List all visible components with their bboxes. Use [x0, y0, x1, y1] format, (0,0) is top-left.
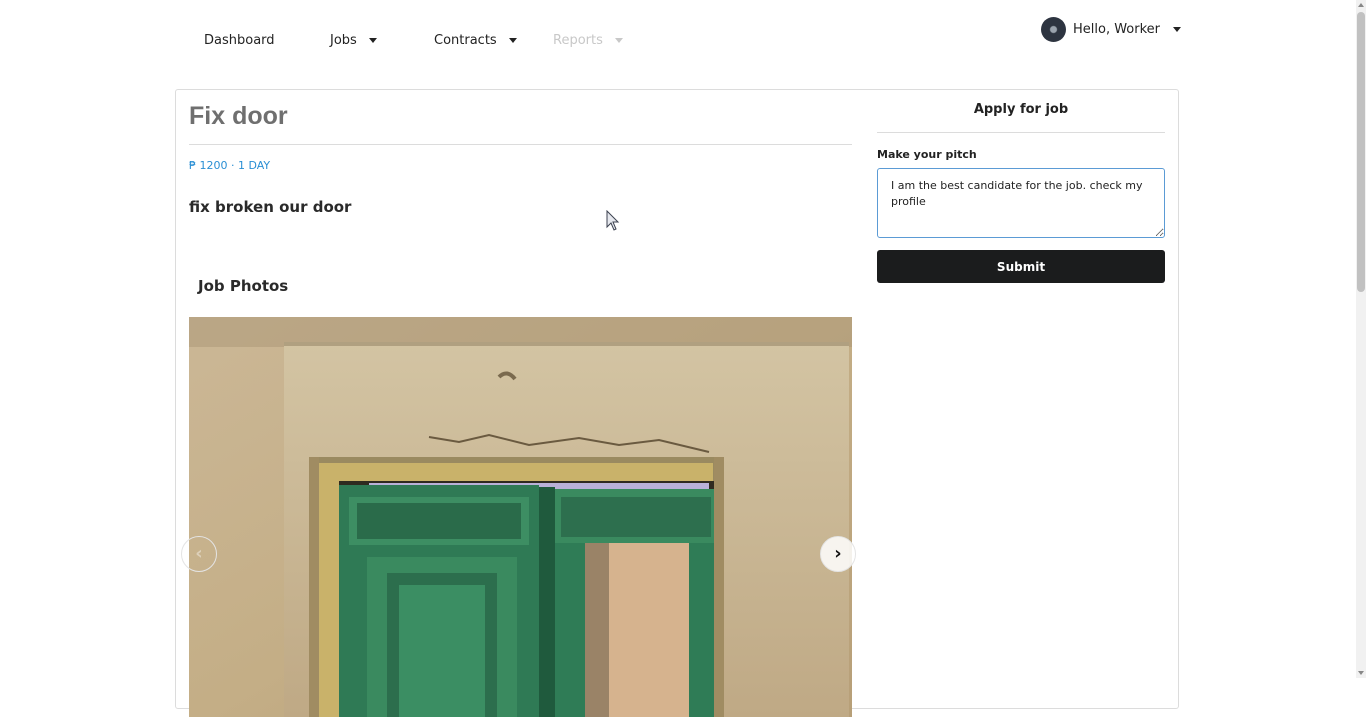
pitch-label: Make your pitch [877, 148, 977, 161]
caret-down-icon [368, 38, 377, 43]
scrollbar-thumb[interactable] [1357, 12, 1365, 292]
job-price-duration: ₱ 1200 · 1 DAY [189, 159, 271, 172]
nav-dashboard[interactable]: Dashboard [204, 33, 275, 48]
top-navbar: Dashboard Jobs Contracts Reports Hello, … [0, 0, 1356, 82]
scroll-up-icon[interactable] [1358, 3, 1364, 7]
nav-jobs-label: Jobs [330, 33, 357, 48]
scroll-down-icon[interactable] [1358, 671, 1364, 675]
carousel-prev-button[interactable]: ‹ [181, 536, 217, 572]
avatar [1041, 17, 1066, 42]
job-description: fix broken our door [189, 198, 352, 216]
page-scrollbar[interactable] [1356, 0, 1366, 678]
green-door-photo [189, 317, 852, 717]
user-menu[interactable]: Hello, Worker [1041, 17, 1182, 42]
carousel-next-button[interactable]: › [820, 536, 856, 572]
chevron-right-icon: › [834, 543, 842, 564]
pitch-textarea[interactable]: I am the best candidate for the job. che… [877, 168, 1165, 238]
mouse-pointer-icon [606, 210, 620, 231]
job-card: Fix door ₱ 1200 · 1 DAY fix broken our d… [175, 89, 1179, 717]
job-photo-carousel[interactable] [189, 317, 852, 717]
nav-reports-label: Reports [553, 33, 603, 48]
nav-contracts-dropdown[interactable]: Contracts [434, 33, 517, 48]
chevron-left-icon: ‹ [195, 543, 203, 564]
nav-contracts-label: Contracts [434, 33, 497, 48]
nav-jobs-dropdown[interactable]: Jobs [330, 33, 377, 48]
caret-down-icon [508, 38, 517, 43]
job-photos-heading: Job Photos [198, 277, 289, 295]
apply-heading: Apply for job [973, 102, 1069, 117]
caret-down-icon [614, 38, 623, 43]
user-greeting: Hello, Worker [1073, 22, 1161, 37]
nav-reports-dropdown: Reports [553, 33, 623, 48]
page-title: Fix door [189, 102, 288, 130]
nav-dashboard-label: Dashboard [204, 33, 275, 48]
apply-divider [877, 132, 1165, 133]
caret-down-icon [1173, 27, 1182, 32]
title-divider [189, 144, 852, 145]
submit-button[interactable]: Submit [877, 250, 1165, 283]
